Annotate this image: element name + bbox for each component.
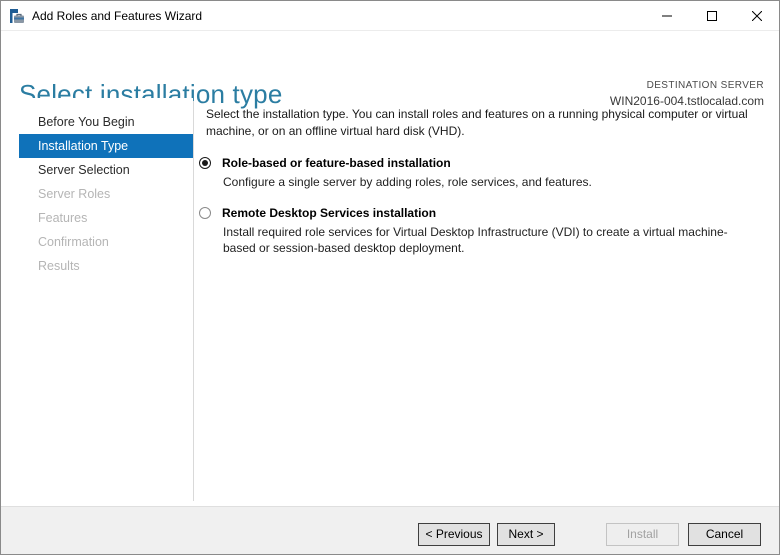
sidebar-item-results: Results [19, 254, 193, 278]
destination-server-block: DESTINATION SERVER WIN2016-004.tstlocala… [610, 80, 764, 108]
window-title: Add Roles and Features Wizard [32, 1, 202, 31]
next-button[interactable]: Next > [497, 523, 555, 546]
option-role-based-description: Configure a single server by adding role… [223, 174, 755, 190]
server-manager-wizard-icon [9, 8, 25, 24]
wizard-window: Add Roles and Features Wizard Select ins… [0, 0, 780, 555]
title-bar: Add Roles and Features Wizard [1, 1, 779, 31]
sidebar-item-server-roles: Server Roles [19, 182, 193, 206]
wizard-steps-nav: Before You Begin Installation Type Serve… [1, 98, 193, 506]
sidebar-item-confirmation: Confirmation [19, 230, 193, 254]
wizard-header: Select installation type DESTINATION SER… [1, 31, 779, 98]
sidebar-content-divider [193, 101, 194, 501]
minimize-icon[interactable] [644, 1, 689, 31]
sidebar-item-installation-type[interactable]: Installation Type [19, 134, 193, 158]
wizard-footer: < Previous Next > Install Cancel [1, 506, 779, 554]
cancel-button[interactable]: Cancel [688, 523, 761, 546]
radio-remote-desktop-installation[interactable] [199, 207, 211, 219]
option-remote-desktop-label[interactable]: Remote Desktop Services installation [222, 206, 436, 221]
previous-button[interactable]: < Previous [418, 523, 490, 546]
maximize-icon[interactable] [689, 1, 734, 31]
option-role-based: Role-based or feature-based installation… [199, 156, 765, 190]
install-button[interactable]: Install [606, 523, 679, 546]
radio-role-based-installation[interactable] [199, 157, 211, 169]
option-remote-desktop-description: Install required role services for Virtu… [223, 224, 755, 256]
destination-server-label: DESTINATION SERVER [610, 80, 764, 91]
sidebar-item-features: Features [19, 206, 193, 230]
option-remote-desktop: Remote Desktop Services installation Ins… [199, 206, 765, 256]
sidebar-item-before-you-begin[interactable]: Before You Begin [19, 110, 193, 134]
intro-text: Select the installation type. You can in… [206, 106, 762, 140]
installation-type-pane: Select the installation type. You can in… [199, 106, 765, 256]
sidebar-item-server-selection[interactable]: Server Selection [19, 158, 193, 182]
close-icon[interactable] [734, 1, 779, 31]
option-role-based-label[interactable]: Role-based or feature-based installation [222, 156, 451, 171]
